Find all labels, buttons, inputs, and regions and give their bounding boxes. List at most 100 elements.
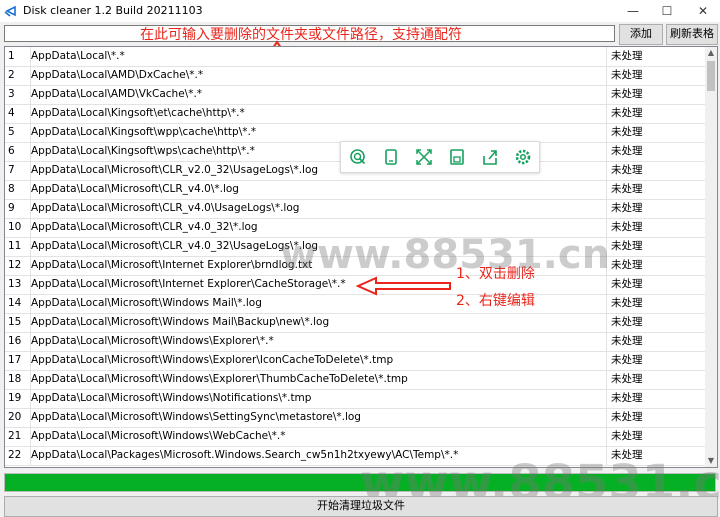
row-number: 14	[5, 294, 31, 313]
row-number: 15	[5, 313, 31, 332]
title-bar: Disk cleaner 1.2 Build 20211103 — ☐ ✕	[0, 0, 720, 22]
file-table[interactable]: 1 AppData\Local\*.* 未处理 2 AppData\Local\AMD\…	[4, 46, 718, 468]
table-row[interactable]: 2 AppData\Local\AMD\DxCache\*.* 未处理	[5, 66, 705, 86]
row-status: 未处理	[611, 183, 643, 195]
row-number: 21	[5, 427, 31, 446]
row-number: 19	[5, 389, 31, 408]
row-number: 8	[5, 180, 31, 199]
table-row[interactable]: 1 AppData\Local\*.* 未处理	[5, 47, 705, 67]
floating-toolbar	[340, 141, 540, 173]
table-row[interactable]: 10 AppData\Local\Microsoft\CLR_v4.0_32\*.…	[5, 218, 705, 238]
table-row[interactable]: 19 AppData\Local\Microsoft\Windows\Notifi…	[5, 389, 705, 409]
table-row[interactable]: 13 AppData\Local\Microsoft\Internet Explo…	[5, 275, 705, 295]
row-number: 11	[5, 237, 31, 256]
row-status: 未处理	[611, 164, 643, 176]
row-number: 9	[5, 199, 31, 218]
scroll-up-icon[interactable]: ▲	[705, 47, 717, 59]
window-title: Disk cleaner 1.2 Build 20211103	[23, 4, 203, 17]
table-row[interactable]: 20 AppData\Local\Microsoft\Windows\Settin…	[5, 408, 705, 428]
table-row[interactable]: 22 AppData\Local\Packages\Microsoft.Windo…	[5, 446, 705, 466]
row-status: 未处理	[611, 202, 643, 214]
row-path: AppData\Local\AMD\VkCache\*.*	[31, 85, 607, 104]
progress-bar	[4, 473, 716, 492]
row-number: 1	[5, 47, 31, 66]
row-path: AppData\Local\Microsoft\Windows\Notifica…	[31, 389, 607, 408]
table-row[interactable]: 17 AppData\Local\Microsoft\Windows\Explor…	[5, 351, 705, 371]
row-number: 13	[5, 275, 31, 294]
row-path: AppData\Local\Microsoft\CLR_v4.0_32\Usag…	[31, 237, 607, 256]
row-path: AppData\Local\Microsoft\Windows\SettingS…	[31, 408, 607, 427]
row-number: 7	[5, 161, 31, 180]
row-number: 17	[5, 351, 31, 370]
maximize-button[interactable]: ☐	[650, 0, 684, 22]
refresh-table-button[interactable]: 刷新表格	[666, 24, 718, 45]
annotation-double-click: 1、双击删除	[456, 266, 535, 282]
row-status: 未处理	[611, 392, 643, 404]
table-row[interactable]: 9 AppData\Local\Microsoft\CLR_v4.0\UsageL…	[5, 199, 705, 219]
row-number: 16	[5, 332, 31, 351]
row-number: 3	[5, 85, 31, 104]
row-status: 未处理	[611, 411, 643, 423]
annotation-right-click: 2、右键编辑	[456, 293, 535, 309]
row-status: 未处理	[611, 145, 643, 157]
row-status: 未处理	[611, 240, 643, 252]
row-path: AppData\Local\Packages\Microsoft.Windows…	[31, 446, 607, 465]
row-path: AppData\Local\Microsoft\Windows\Explorer…	[31, 370, 607, 389]
row-status: 未处理	[611, 50, 643, 62]
device-icon[interactable]	[382, 148, 400, 166]
table-row[interactable]: 16 AppData\Local\Microsoft\Windows\Explor…	[5, 332, 705, 352]
row-number: 22	[5, 446, 31, 465]
scroll-down-icon[interactable]: ▼	[705, 455, 717, 467]
row-status: 未处理	[611, 126, 643, 138]
row-status: 未处理	[611, 88, 643, 100]
row-status: 未处理	[611, 297, 643, 309]
share-icon[interactable]	[481, 148, 499, 166]
row-status: 未处理	[611, 221, 643, 233]
input-row: 在此可输入要删除的文件夹或文件路径，支持通配符 添加 刷新表格	[0, 22, 720, 46]
row-number: 20	[5, 408, 31, 427]
table-row[interactable]: 21 AppData\Local\Microsoft\Windows\WebCac…	[5, 427, 705, 447]
close-button[interactable]: ✕	[686, 0, 720, 22]
row-path: AppData\Local\Microsoft\Windows\Explorer…	[31, 332, 607, 351]
table-row[interactable]: 18 AppData\Local\Microsoft\Windows\Explor…	[5, 370, 705, 390]
row-path: AppData\Local\Microsoft\Windows\WebCache…	[31, 427, 607, 446]
minimize-button[interactable]: —	[616, 0, 650, 22]
row-number: 6	[5, 142, 31, 161]
row-status: 未处理	[611, 107, 643, 119]
row-status: 未处理	[611, 259, 643, 271]
row-number: 5	[5, 123, 31, 142]
table-row[interactable]: 12 AppData\Local\Microsoft\Internet Explo…	[5, 256, 705, 276]
row-status: 未处理	[611, 278, 643, 290]
row-status: 未处理	[611, 354, 643, 366]
table-row[interactable]: 8 AppData\Local\Microsoft\CLR_v4.0\*.log 未…	[5, 180, 705, 200]
row-path: AppData\Local\Microsoft\CLR_v4.0\*.log	[31, 180, 607, 199]
row-status: 未处理	[611, 430, 643, 442]
table-row[interactable]: 5 AppData\Local\Kingsoft\wpp\cache\http\*…	[5, 123, 705, 143]
table-row[interactable]: 14 AppData\Local\Microsoft\Windows Mail\*…	[5, 294, 705, 314]
row-status: 未处理	[611, 449, 643, 461]
table-row[interactable]: 11 AppData\Local\Microsoft\CLR_v4.0_32\Us…	[5, 237, 705, 257]
row-number: 2	[5, 66, 31, 85]
progress-fill	[5, 474, 715, 491]
settings-icon[interactable]	[514, 148, 532, 166]
table-row[interactable]: 15 AppData\Local\Microsoft\Windows Mail\B…	[5, 313, 705, 333]
row-number: 12	[5, 256, 31, 275]
scrollbar-thumb[interactable]	[707, 61, 715, 91]
row-path: AppData\Local\Microsoft\CLR_v4.0\UsageLo…	[31, 199, 607, 218]
path-input[interactable]	[4, 25, 615, 42]
left-arrow-annotation	[356, 276, 451, 296]
row-status: 未处理	[611, 373, 643, 385]
save-icon[interactable]	[448, 148, 466, 166]
table-row[interactable]: 4 AppData\Local\Kingsoft\et\cache\http\*.…	[5, 104, 705, 124]
row-status: 未处理	[611, 316, 643, 328]
row-path: AppData\Local\Kingsoft\et\cache\http\*.*	[31, 104, 607, 123]
table-row[interactable]: 3 AppData\Local\AMD\VkCache\*.* 未处理	[5, 85, 705, 105]
expand-icon[interactable]	[415, 148, 433, 166]
row-path: AppData\Local\Kingsoft\wpp\cache\http\*.…	[31, 123, 607, 142]
vertical-scrollbar[interactable]: ▲ ▼	[705, 47, 717, 467]
row-path: AppData\Local\Microsoft\Windows\Explorer…	[31, 351, 607, 370]
start-clean-button[interactable]: 开始清理垃圾文件	[4, 496, 718, 517]
search-icon[interactable]	[349, 148, 367, 166]
row-path: AppData\Local\*.*	[31, 47, 607, 66]
add-button[interactable]: 添加	[619, 24, 663, 45]
